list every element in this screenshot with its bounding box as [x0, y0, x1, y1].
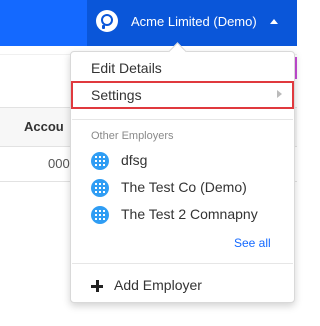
building-icon [91, 152, 109, 170]
menu-item-label: Settings [91, 87, 142, 103]
menu-divider [72, 119, 293, 120]
other-employers-heading: Other Employers [91, 130, 174, 142]
chevron-right-icon [277, 90, 282, 98]
menu-item-settings[interactable]: Settings [71, 81, 294, 109]
building-icon [91, 206, 109, 224]
table-column-header: Accou [24, 119, 64, 134]
table-cell: 000 [48, 156, 70, 171]
employer-item-the-test-co[interactable]: The Test Co (Demo) [71, 176, 294, 200]
employer-dropdown-menu: Edit Details Settings Other Employers df… [70, 51, 295, 303]
building-icon [91, 179, 109, 197]
current-employer-name: Acme Limited (Demo) [131, 14, 257, 29]
caret-up-icon [270, 19, 278, 24]
employer-item-the-test-2[interactable]: The Test 2 Comnapny [71, 203, 294, 227]
employer-item-label: The Test Co (Demo) [121, 179, 247, 195]
menu-divider [72, 263, 293, 264]
employer-item-label: The Test 2 Comnapny [121, 206, 258, 222]
employer-switcher[interactable]: Acme Limited (Demo) [87, 0, 297, 46]
employer-item-dfsg[interactable]: dfsg [71, 149, 294, 173]
add-employer-button[interactable]: Add Employer [71, 274, 294, 298]
add-employer-label: Add Employer [114, 277, 202, 293]
menu-item-label: Edit Details [91, 60, 162, 76]
see-all-link[interactable]: See all [234, 236, 271, 250]
menu-item-edit-details[interactable]: Edit Details [71, 57, 294, 81]
employer-item-label: dfsg [121, 152, 148, 168]
logo-icon [96, 10, 118, 32]
plus-icon [91, 280, 103, 292]
